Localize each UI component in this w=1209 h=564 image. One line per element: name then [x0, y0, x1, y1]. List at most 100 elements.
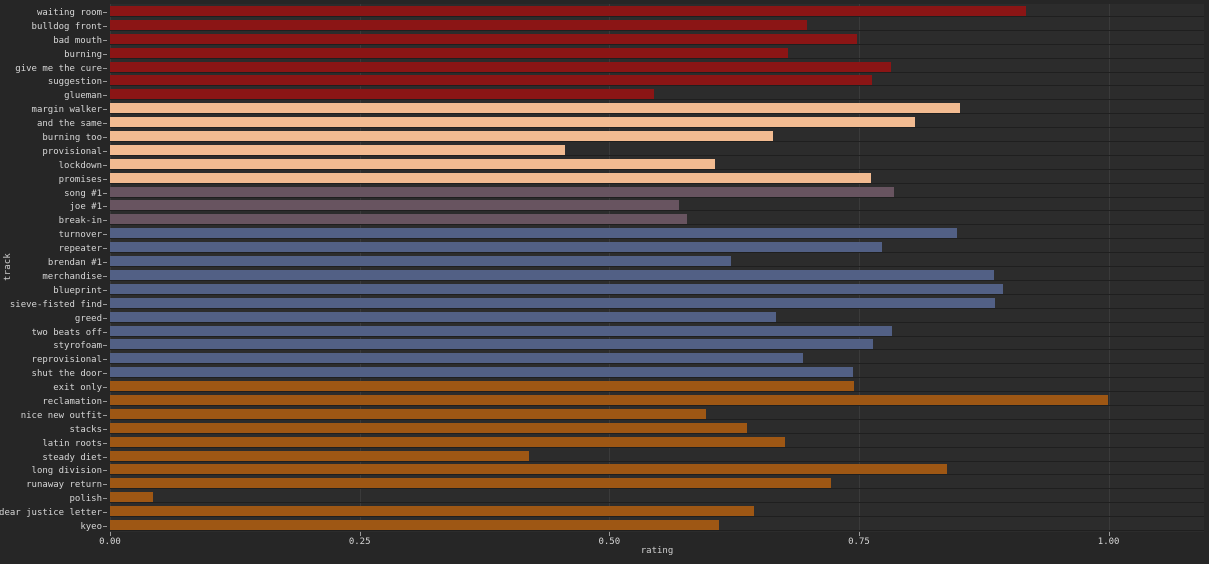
row-separator	[110, 474, 1204, 475]
y-axis-tick-mark	[103, 484, 107, 485]
row-separator	[110, 280, 1204, 281]
y-axis-tick-label: burning	[64, 50, 107, 60]
bar[interactable]	[110, 75, 872, 85]
y-axis-tick-label: stacks	[69, 425, 107, 435]
row-separator	[110, 377, 1204, 378]
x-axis-tick-mark	[609, 532, 611, 536]
y-axis-tick-mark	[103, 81, 107, 82]
y-axis-tick-mark	[103, 373, 107, 374]
bar[interactable]	[110, 200, 680, 210]
bar[interactable]	[110, 381, 854, 391]
row-separator	[110, 266, 1204, 267]
row-separator	[110, 516, 1204, 517]
y-axis-tick-mark	[103, 498, 107, 499]
y-axis-tick-label: dear justice letter	[0, 508, 107, 518]
y-axis-tick-mark	[103, 387, 107, 388]
y-axis-tick-label: burning too	[42, 133, 107, 143]
bar[interactable]	[110, 103, 960, 113]
row-separator	[110, 44, 1204, 45]
bar[interactable]	[110, 34, 857, 44]
y-axis-tick-mark	[103, 165, 107, 166]
bar[interactable]	[110, 312, 777, 322]
row-separator	[110, 127, 1204, 128]
y-axis-tick-mark	[103, 429, 107, 430]
bar[interactable]	[110, 187, 894, 197]
row-separator	[110, 294, 1204, 295]
row-separator	[110, 349, 1204, 350]
y-axis-tick-mark	[103, 318, 107, 319]
bar[interactable]	[110, 117, 915, 127]
y-axis-tick-label: long division	[32, 466, 107, 476]
bar[interactable]	[110, 520, 720, 530]
bar[interactable]	[110, 506, 755, 516]
y-axis-tick-mark	[103, 109, 107, 110]
y-axis-tick-mark	[103, 137, 107, 138]
bar[interactable]	[110, 423, 748, 433]
y-axis-tick-mark	[103, 206, 107, 207]
y-axis-tick-mark	[103, 220, 107, 221]
bar[interactable]	[110, 270, 994, 280]
y-axis-tick-mark	[103, 290, 107, 291]
row-separator	[110, 502, 1204, 503]
row-separator	[110, 210, 1204, 211]
bar[interactable]	[110, 339, 873, 349]
bar[interactable]	[110, 159, 716, 169]
bar[interactable]	[110, 20, 808, 30]
y-axis-tick-mark	[103, 68, 107, 69]
y-axis-tick-label: and the same	[37, 119, 107, 129]
bar[interactable]	[110, 367, 853, 377]
bar[interactable]	[110, 395, 1108, 405]
bar[interactable]	[110, 48, 789, 58]
row-separator	[110, 391, 1204, 392]
y-axis-tick-label: polish	[69, 494, 107, 504]
bar[interactable]	[110, 173, 871, 183]
bar[interactable]	[110, 437, 786, 447]
y-axis-tick-mark	[103, 401, 107, 402]
bar[interactable]	[110, 131, 774, 141]
bar[interactable]	[110, 62, 891, 72]
y-axis-tick-mark	[103, 443, 107, 444]
bar[interactable]	[110, 451, 530, 461]
bar[interactable]	[110, 89, 655, 99]
bar[interactable]	[110, 242, 882, 252]
bar[interactable]	[110, 298, 995, 308]
y-axis-tick-label: turnover	[59, 230, 107, 240]
bar[interactable]	[110, 6, 1026, 16]
y-axis-tick-label: nice new outfit	[21, 411, 107, 421]
y-axis-tick-mark	[103, 151, 107, 152]
y-axis-tick-label: reclamation	[42, 397, 107, 407]
y-axis-tick-label: shut the door	[32, 369, 107, 379]
row-separator	[110, 322, 1204, 323]
y-axis-tick-mark	[103, 26, 107, 27]
bar[interactable]	[110, 214, 688, 224]
bar[interactable]	[110, 326, 892, 336]
x-axis-tick-mark	[359, 532, 361, 536]
bar[interactable]	[110, 145, 566, 155]
y-axis-tick-labels: waiting room bulldog front bad mouth burnin…	[0, 6, 107, 532]
bar[interactable]	[110, 353, 804, 363]
bar[interactable]	[110, 228, 957, 238]
y-axis-tick-label: two beats off	[32, 328, 107, 338]
y-axis-tick-label: provisional	[42, 147, 107, 157]
y-axis-tick-label: suggestion	[48, 77, 107, 87]
y-axis-tick-mark	[103, 248, 107, 249]
x-axis-title: rating	[640, 546, 674, 556]
row-separator	[110, 16, 1204, 17]
y-axis-tick-label: kyeo	[80, 522, 107, 532]
bar[interactable]	[110, 464, 947, 474]
bar[interactable]	[110, 284, 1003, 294]
bar[interactable]	[110, 256, 732, 266]
bar[interactable]	[110, 478, 831, 488]
row-separator	[110, 336, 1204, 337]
x-axis-tick-mark	[1108, 532, 1110, 536]
x-axis-tick-mark	[110, 532, 111, 536]
bar[interactable]	[110, 492, 153, 502]
y-axis-tick-mark	[103, 345, 107, 346]
row-separator	[110, 433, 1204, 434]
bar[interactable]	[110, 409, 707, 419]
row-separator	[110, 419, 1204, 420]
plot-area	[110, 4, 1204, 532]
y-axis-tick-label: repeater	[59, 244, 107, 254]
y-axis-tick-mark	[103, 512, 107, 513]
y-axis-tick-label: latin roots	[42, 439, 107, 449]
